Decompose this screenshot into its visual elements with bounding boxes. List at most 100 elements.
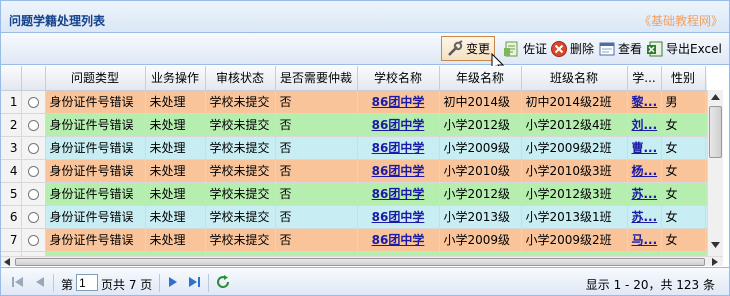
gender-cell: 女 <box>661 205 706 229</box>
row-select-radio[interactable] <box>27 142 39 154</box>
column-header[interactable]: 学... <box>627 66 662 91</box>
scroll-up-icon[interactable] <box>711 94 720 100</box>
row-select-radio[interactable] <box>27 234 39 246</box>
column-header[interactable]: 问题类型 <box>45 66 146 91</box>
operation-cell: 未处理 <box>145 113 206 137</box>
table-row[interactable]: 2 身份证件号错误 未处理 学校未提交否 86团中学 小学2012级 小学2012级4班 刘.… <box>1 113 707 137</box>
table-row[interactable]: 7 身份证件号错误 未处理 学校未提交否 86团中学 小学2009级 小学2009级2班 马.… <box>1 228 707 252</box>
grade-cell: 小学2013级 <box>439 205 522 229</box>
class-cell: 小学2010级3班 <box>521 159 628 183</box>
operation-cell: 未处理 <box>145 205 206 229</box>
column-header[interactable]: 业务操作 <box>145 66 206 91</box>
issue-type-cell: 身份证件号错误 <box>45 182 146 206</box>
column-header[interactable]: 审核状态 <box>205 66 276 91</box>
paging-toolbar: 第 页共 7 页 显示 1 - 20，共 123 条 <box>1 267 729 295</box>
export-label: 导出Excel <box>666 42 722 56</box>
next-page-icon[interactable] <box>166 276 180 288</box>
evidence-button[interactable]: 佐证 <box>503 36 547 61</box>
column-header[interactable]: 出 <box>705 66 707 91</box>
scroll-down-icon[interactable] <box>711 242 720 248</box>
grade-cell: 小学2010级 <box>439 159 522 183</box>
window-icon <box>598 40 616 58</box>
vertical-scroll-thumb[interactable] <box>709 106 722 158</box>
document-icon <box>503 40 521 58</box>
delete-button[interactable]: 删除 <box>550 36 594 61</box>
student-name-link[interactable]: 曹... <box>627 136 662 160</box>
change-button[interactable]: 变更 <box>441 36 496 61</box>
gender-cell: 女 <box>661 136 706 160</box>
scroll-right-icon[interactable] <box>712 258 718 266</box>
last-page-icon[interactable] <box>187 276 201 288</box>
row-select-radio[interactable] <box>27 165 39 177</box>
problem-records-panel: 问题学籍处理列表 《基础教程网》 变更 佐证 删除 查看 导出Excel 问题类… <box>0 0 730 296</box>
row-number: 4 <box>1 159 22 183</box>
arbitration-cell: 否 <box>275 182 358 206</box>
refresh-icon[interactable] <box>215 274 231 290</box>
review-status-cell: 学校未提交 <box>205 228 276 252</box>
review-status-cell: 学校未提交 <box>205 205 276 229</box>
table-row[interactable]: 1 身份证件号错误 未处理 学校未提交否 86团中学 初中2014级 初中2014级2班 黎.… <box>1 90 707 114</box>
table-row[interactable]: 5 身份证件号错误 未处理 学校未提交否 86团中学 小学2012级 小学2012级3班 苏.… <box>1 182 707 206</box>
row-select-radio[interactable] <box>27 96 39 108</box>
column-header[interactable]: 性别 <box>661 66 706 91</box>
paging-summary: 显示 1 - 20，共 123 条 <box>585 278 715 292</box>
column-header[interactable]: 年级名称 <box>439 66 522 91</box>
row-select-radio[interactable] <box>27 188 39 200</box>
school-name-link[interactable]: 86团中学 <box>357 136 440 160</box>
row-select-cell <box>21 205 46 229</box>
scroll-left-icon[interactable] <box>4 258 10 266</box>
row-number: 5 <box>1 182 22 206</box>
arbitration-cell: 否 <box>275 228 358 252</box>
operation-cell: 未处理 <box>145 136 206 160</box>
table-row[interactable]: 3 身份证件号错误 未处理 学校未提交否 86团中学 小学2009级 小学2009级2班 曹.… <box>1 136 707 160</box>
table-row[interactable]: 4 身份证件号错误 未处理 学校未提交否 86团中学 小学2010级 小学2010级3班 杨.… <box>1 159 707 183</box>
school-name-link[interactable]: 86团中学 <box>357 205 440 229</box>
excel-icon <box>646 40 664 58</box>
row-select-radio[interactable] <box>27 119 39 131</box>
class-cell: 小学2013级1班 <box>521 205 628 229</box>
row-number: 3 <box>1 136 22 160</box>
column-header[interactable]: 学校名称 <box>357 66 440 91</box>
gender-cell: 男 <box>661 90 706 114</box>
review-status-cell: 学校未提交 <box>205 159 276 183</box>
student-name-link[interactable]: 刘... <box>627 113 662 137</box>
student-name-link[interactable]: 黎... <box>627 90 662 114</box>
school-name-link[interactable]: 86团中学 <box>357 228 440 252</box>
row-number: 1 <box>1 90 22 114</box>
arbitration-cell: 否 <box>275 113 358 137</box>
horizontal-scroll-thumb[interactable] <box>15 258 705 266</box>
issue-type-cell: 身份证件号错误 <box>45 159 146 183</box>
page-total: 页共 7 页 <box>101 278 153 292</box>
operation-cell: 未处理 <box>145 182 206 206</box>
first-page-icon[interactable] <box>11 276 25 288</box>
student-name-link[interactable]: 马... <box>627 228 662 252</box>
school-name-link[interactable]: 86团中学 <box>357 159 440 183</box>
school-name-link[interactable]: 86团中学 <box>357 182 440 206</box>
row-select-radio[interactable] <box>27 211 39 223</box>
arbitration-cell: 否 <box>275 136 358 160</box>
column-header[interactable]: 班级名称 <box>521 66 628 91</box>
school-name-link[interactable]: 86团中学 <box>357 90 440 114</box>
page-number-input[interactable] <box>76 274 98 291</box>
issue-type-cell: 身份证件号错误 <box>45 113 146 137</box>
vertical-scrollbar[interactable] <box>707 90 723 256</box>
student-name-link[interactable]: 苏... <box>627 182 662 206</box>
horizontal-scrollbar[interactable] <box>1 256 723 266</box>
delete-icon <box>550 40 568 58</box>
school-name-link[interactable]: 86团中学 <box>357 113 440 137</box>
page-prefix: 第 <box>61 278 74 292</box>
previous-page-icon[interactable] <box>33 276 47 288</box>
export-excel-button[interactable]: 导出Excel <box>646 36 722 61</box>
row-select-cell <box>21 113 46 137</box>
column-header[interactable]: 是否需要仲裁 <box>275 66 358 91</box>
separator <box>159 274 160 292</box>
student-name-link[interactable]: 苏... <box>627 205 662 229</box>
table-row[interactable]: 6 身份证件号错误 未处理 学校未提交否 86团中学 小学2013级 小学2013级1班 苏.… <box>1 205 707 229</box>
row-select-cell <box>21 159 46 183</box>
operation-cell: 未处理 <box>145 90 206 114</box>
toolbar: 变更 佐证 删除 查看 导出Excel <box>1 33 729 65</box>
student-name-link[interactable]: 杨... <box>627 159 662 183</box>
grade-cell: 小学2009级 <box>439 136 522 160</box>
change-label: 变更 <box>466 42 491 56</box>
view-button[interactable]: 查看 <box>598 36 642 61</box>
